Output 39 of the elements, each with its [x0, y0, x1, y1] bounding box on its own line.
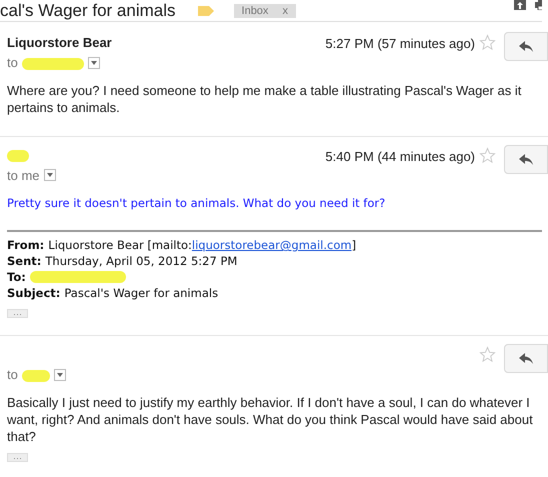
header-label: From: — [7, 237, 44, 254]
caret-icon — [56, 373, 63, 377]
show-trimmed-button[interactable]: ··· — [7, 452, 28, 462]
recipient-label: to — [7, 366, 18, 384]
reply-button[interactable] — [504, 144, 548, 174]
message-body: Basically I just need to justify my earthly behavior. If I don't have a soul, I can do whatever I want, right? And animals don't have souls. What do you think Pascal would have said about that? — [7, 394, 534, 445]
recipient-label: to me — [7, 166, 40, 184]
star-icon[interactable] — [479, 146, 496, 164]
reply-icon — [519, 353, 533, 364]
star-icon[interactable] — [479, 346, 496, 364]
reply-button[interactable] — [504, 32, 548, 61]
header-label: Sent: — [7, 253, 42, 270]
message-body: Pretty sure it doesn't pertain to animals. What do you need it for? — [7, 195, 386, 212]
reply-button[interactable] — [504, 344, 548, 374]
dropdown-button[interactable] — [88, 56, 100, 69]
message-time: 5:40 PM (44 minutes ago) — [325, 148, 475, 166]
email-link[interactable]: liquorstorebear@gmail.com — [192, 238, 352, 252]
header-label: Subject: — [7, 285, 60, 302]
thread-subject: cal's Wager for animals — [0, 0, 176, 20]
dropdown-button[interactable] — [44, 169, 56, 182]
caret-icon — [90, 60, 97, 65]
dropdown-button[interactable] — [54, 369, 66, 381]
header-label: To: — [7, 269, 26, 286]
message-time: 5:27 PM (57 minutes ago) — [325, 35, 475, 53]
remove-label-button[interactable]: x — [282, 4, 288, 18]
inbox-label[interactable]: Inbox x — [234, 4, 296, 18]
header-value: Pascal's Wager for animals — [64, 285, 218, 302]
reply-icon — [519, 154, 533, 164]
archive-icon[interactable] — [514, 0, 526, 10]
header-value: Liquorstore Bear [mailto:liquorstorebear@gmail.com] — [48, 237, 356, 254]
sender-name: Liquorstore Bear — [7, 34, 113, 52]
recipient-label: to — [7, 54, 18, 72]
star-icon[interactable] — [479, 34, 496, 51]
caret-icon — [46, 173, 53, 178]
show-trimmed-button[interactable]: ··· — [7, 309, 28, 318]
header-value: Thursday, April 05, 2012 5:27 PM — [45, 253, 238, 270]
message-body: Where are you? I need someone to help me make a table illustrating Pascal's Wager as it pertains to animals. — [7, 82, 522, 116]
label-text: Inbox — [242, 4, 268, 18]
reply-icon — [519, 41, 533, 52]
